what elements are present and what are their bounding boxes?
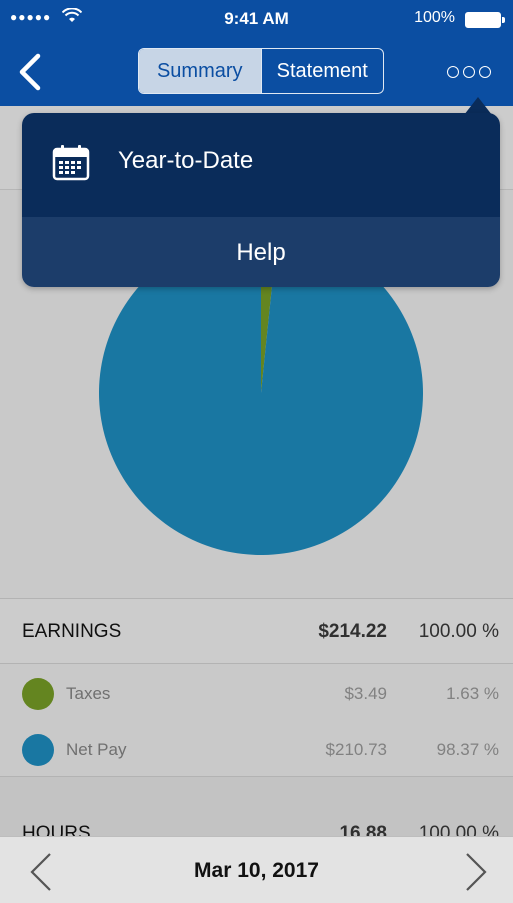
battery-icon bbox=[465, 12, 505, 28]
menu-item-help[interactable]: Help bbox=[22, 217, 500, 287]
segmented-control: Summary Statement bbox=[138, 48, 384, 94]
pay-date[interactable]: Mar 10, 2017 bbox=[0, 859, 513, 883]
calendar-icon bbox=[52, 145, 90, 181]
tab-summary[interactable]: Summary bbox=[139, 49, 261, 93]
menu-item-year-to-date-label: Year-to-Date bbox=[118, 147, 254, 174]
back-button[interactable] bbox=[14, 52, 50, 92]
next-date-button[interactable] bbox=[461, 851, 491, 893]
menu-item-help-label: Help bbox=[236, 239, 286, 266]
tab-statement[interactable]: Statement bbox=[260, 49, 384, 93]
more-dot-icon bbox=[463, 66, 475, 78]
more-menu: Year-to-Date Help bbox=[22, 113, 500, 287]
chevron-right-icon bbox=[466, 853, 487, 891]
more-dot-icon bbox=[479, 66, 491, 78]
status-bar: ●●●●● 9:41 AM 100% bbox=[0, 0, 513, 38]
battery-percent: 100% bbox=[414, 9, 455, 26]
date-navigator: Mar 10, 2017 bbox=[0, 836, 513, 903]
more-button[interactable] bbox=[447, 60, 491, 84]
nav-bar: Summary Statement bbox=[0, 38, 513, 106]
chevron-left-icon bbox=[19, 53, 41, 91]
more-dot-icon bbox=[447, 66, 459, 78]
menu-item-year-to-date[interactable]: Year-to-Date bbox=[22, 113, 500, 217]
